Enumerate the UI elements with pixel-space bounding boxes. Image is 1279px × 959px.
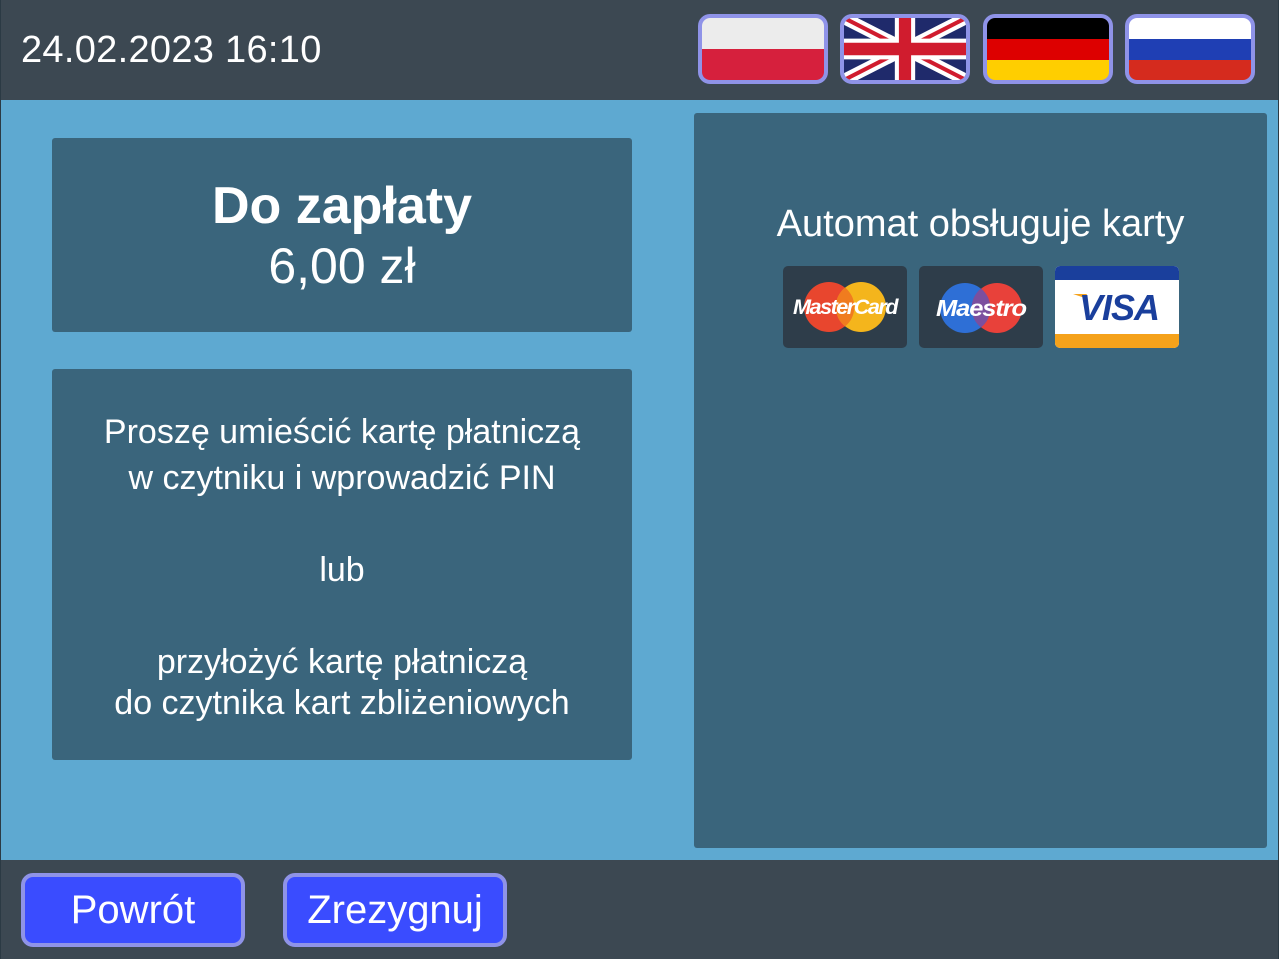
svg-text:Maestro: Maestro [936, 295, 1027, 321]
uk-flag-icon [844, 18, 966, 80]
amount-due-title: Do zapłaty [211, 177, 473, 235]
poland-flag-icon [702, 18, 824, 80]
datetime-display: 24.02.2023 16:10 [21, 29, 322, 71]
language-button-english[interactable] [840, 14, 970, 84]
language-button-polish[interactable] [698, 14, 828, 84]
instruction-line: do czytnika kart zbliżeniowych [114, 684, 570, 722]
svg-text:MasterCard: MasterCard [793, 296, 900, 319]
visa-logo-icon: VISA [1055, 266, 1179, 348]
language-button-russian[interactable] [1125, 14, 1255, 84]
mastercard-logo-icon: MasterCard [783, 266, 907, 348]
instruction-line: przyłożyć kartę płatniczą [156, 643, 528, 681]
maestro-logo-icon: Maestro [919, 266, 1043, 348]
accepted-cards-title: Automat obsługuje karty [776, 203, 1185, 245]
back-button[interactable]: Powrót [21, 873, 245, 947]
amount-due-value: 6,00 zł [268, 238, 416, 294]
russia-flag-icon [1129, 18, 1251, 80]
cancel-button[interactable]: Zrezygnuj [283, 873, 507, 947]
instruction-or: lub [319, 551, 365, 589]
germany-flag-icon [987, 18, 1109, 80]
language-button-german[interactable] [983, 14, 1113, 84]
svg-text:VISA: VISA [1079, 287, 1159, 328]
instruction-line: w czytniku i wprowadzić PIN [128, 459, 556, 497]
instruction-line: Proszę umieścić kartę płatniczą [103, 413, 581, 451]
